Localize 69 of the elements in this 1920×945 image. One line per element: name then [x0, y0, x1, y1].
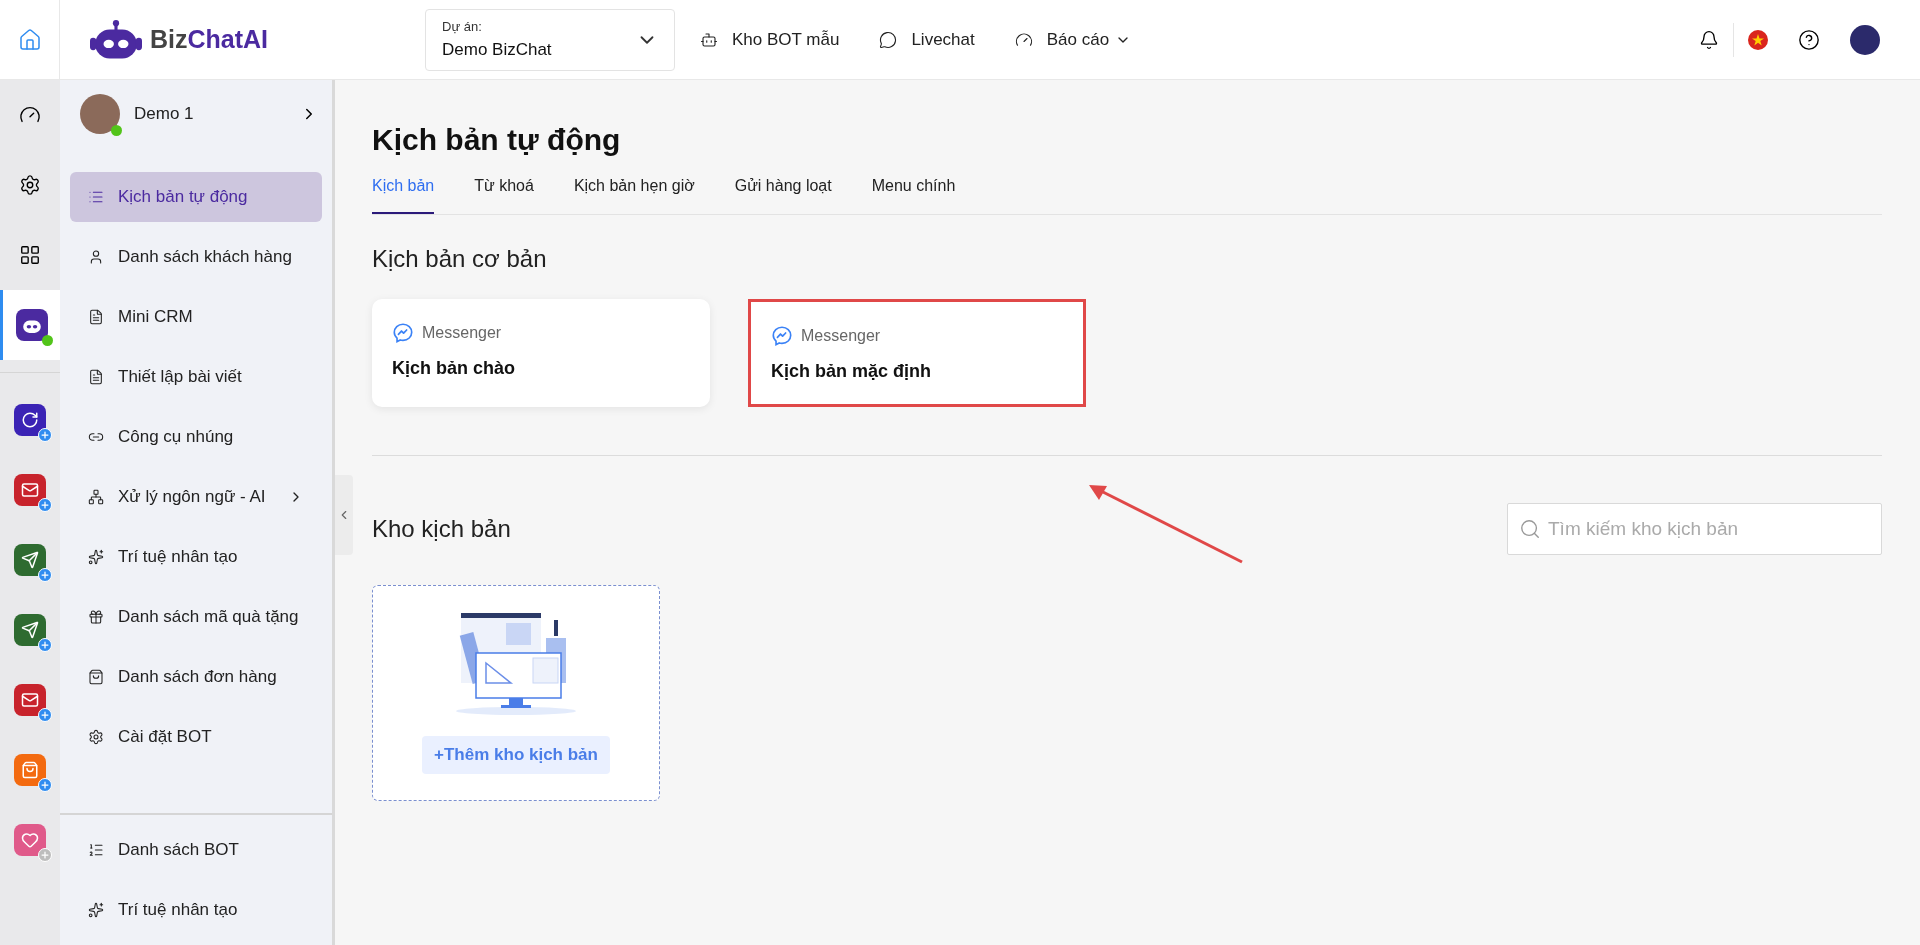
list-icon — [88, 189, 104, 205]
search-field[interactable]: Tìm kiếm kho kịch bản — [1507, 503, 1882, 555]
script-card[interactable]: Messenger Kịch bản chào — [372, 299, 710, 407]
sidebar-item[interactable]: Thiết lập bài viết — [70, 352, 322, 402]
user-avatar[interactable] — [1850, 24, 1880, 55]
mail-icon — [21, 691, 39, 709]
sidebar-item[interactable]: Danh sách khách hàng — [70, 232, 322, 282]
nodes-icon — [88, 489, 104, 505]
account-avatar — [80, 94, 120, 134]
app-shortcut[interactable] — [14, 474, 46, 506]
home-icon[interactable] — [17, 27, 42, 52]
gift-icon — [88, 609, 104, 625]
list-icon — [88, 842, 104, 858]
sidebar-item[interactable]: Danh sách BOT — [70, 825, 322, 875]
script-card[interactable]: Messenger Kịch bản mặc định — [748, 299, 1086, 407]
tab[interactable]: Kịch bản — [372, 174, 435, 214]
sidebar-item[interactable]: Xử lý ngôn ngữ - AI — [70, 472, 322, 522]
sidebar-item[interactable]: Mini CRM — [70, 292, 322, 342]
account-selector[interactable]: Demo 1 — [60, 80, 332, 148]
app-shortcut[interactable] — [14, 544, 46, 576]
plane-icon — [21, 551, 39, 569]
heart-icon — [21, 831, 39, 849]
search-icon — [1519, 518, 1541, 540]
bot-icon — [700, 30, 718, 49]
help-icon[interactable] — [1798, 28, 1820, 51]
channel-label: Messenger — [801, 326, 881, 346]
tab[interactable]: Gửi hàng loạt — [734, 174, 832, 214]
section-title: Kịch bản cơ bản — [372, 244, 548, 274]
script-name: Kịch bản chào — [392, 357, 517, 380]
sidebar-item[interactable]: Trí tuệ nhân tạo — [70, 885, 322, 935]
app-shortcut[interactable] — [14, 614, 46, 646]
messenger-icon — [771, 325, 793, 347]
sidebar-item[interactable]: Công cụ nhúng — [70, 412, 322, 462]
sidebar-item[interactable]: Cài đặt BOT — [70, 712, 322, 762]
app-shortcut[interactable] — [14, 684, 46, 716]
nav-link[interactable]: Kho BOT mẫu — [700, 26, 840, 53]
notification-bell-icon[interactable] — [1699, 29, 1719, 50]
sidebar-item[interactable]: Trí tuệ nhân tạo — [70, 532, 322, 582]
app-shortcut[interactable] — [14, 404, 46, 436]
nav-link[interactable]: Báo cáo — [1014, 26, 1132, 53]
project-select[interactable]: Dự án: Demo BizChat — [425, 8, 675, 71]
section-title: Kho kịch bản — [372, 514, 511, 544]
gauge-icon — [1014, 30, 1033, 49]
brand-logo: BizChatAI — [150, 23, 269, 55]
tab[interactable]: Menu chính — [871, 174, 956, 214]
messenger-icon — [392, 322, 414, 344]
bag-icon — [21, 761, 39, 779]
page-title: Kịch bản tự động — [372, 122, 622, 158]
doc-icon — [88, 369, 104, 385]
sidebar-item[interactable]: Kịch bản tự động — [70, 172, 322, 222]
channel-label: Messenger — [422, 323, 502, 343]
plane-icon — [21, 621, 39, 639]
flag-icon[interactable] — [1748, 29, 1768, 50]
bot-logo-icon — [90, 18, 142, 61]
tab[interactable]: Kịch bản hẹn giờ — [573, 174, 695, 214]
nav-link[interactable]: Livechat — [879, 26, 975, 53]
gear-icon — [88, 729, 104, 745]
gear-icon — [19, 174, 41, 196]
script-name: Kịch bản mặc định — [771, 360, 933, 383]
user-icon — [88, 249, 104, 265]
mail-icon — [21, 481, 39, 499]
sidebar-item[interactable]: Danh sách đơn hàng — [70, 652, 322, 702]
bag-icon — [88, 669, 104, 685]
grid-icon — [19, 244, 41, 266]
sidebar-item[interactable]: Danh sách mã quà tặng — [70, 592, 322, 642]
collapse-handle[interactable] — [335, 475, 353, 555]
chat-icon — [879, 30, 898, 49]
doc-icon — [88, 309, 104, 325]
tab[interactable]: Từ khoá — [474, 174, 534, 214]
